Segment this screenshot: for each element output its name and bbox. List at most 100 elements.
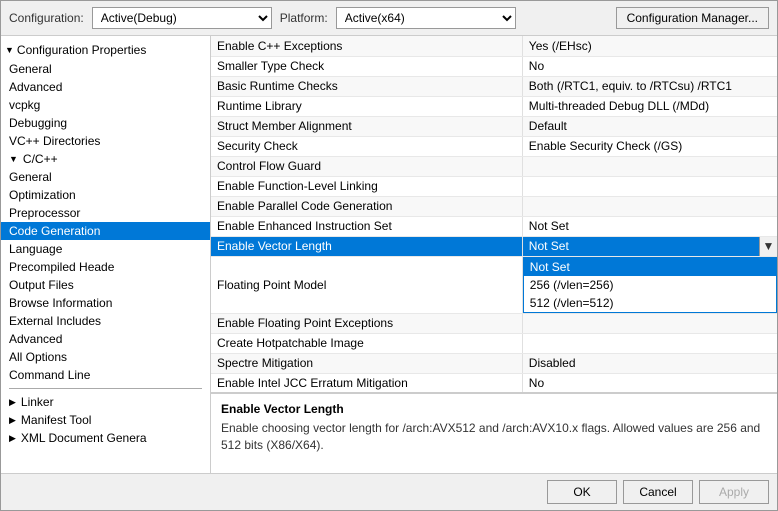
properties-panel: Enable C++ Exceptions Yes (/EHsc) Smalle… <box>211 36 777 473</box>
dropdown-option-256[interactable]: 256 (/vlen=256) <box>524 276 776 294</box>
prop-value <box>522 313 777 333</box>
table-row: Control Flow Guard <box>211 156 777 176</box>
sidebar-item-linker[interactable]: ▶ Linker <box>1 393 210 411</box>
cpp-arrow-icon: ▼ <box>9 154 18 164</box>
platform-select[interactable]: Active(x64) <box>336 7 516 29</box>
prop-value <box>522 176 777 196</box>
sidebar-item-xml-doc[interactable]: ▶ XML Document Genera <box>1 429 210 447</box>
label: Linker <box>21 395 54 409</box>
cancel-button[interactable]: Cancel <box>623 480 693 504</box>
prop-name: Security Check <box>211 136 522 156</box>
label: Precompiled Heade <box>9 260 114 274</box>
label: C/C++ <box>23 152 58 166</box>
table-row: Enable C++ Exceptions Yes (/EHsc) <box>211 36 777 56</box>
label: Preprocessor <box>9 206 80 220</box>
sidebar-item-cpp-general[interactable]: General <box>1 168 210 186</box>
tree-root[interactable]: ▼ Configuration Properties <box>1 40 210 60</box>
sidebar-item-precompiled-headers[interactable]: Precompiled Heade <box>1 258 210 276</box>
sidebar-item-command-line[interactable]: Command Line <box>1 366 210 384</box>
sidebar-item-vcpkg[interactable]: vcpkg <box>1 96 210 114</box>
table-row: Create Hotpatchable Image <box>211 333 777 353</box>
prop-name: Smaller Type Check <box>211 56 522 76</box>
sidebar-item-general[interactable]: General <box>1 60 210 78</box>
description-panel: Enable Vector Length Enable choosing vec… <box>211 393 777 473</box>
prop-name: Enable Floating Point Exceptions <box>211 313 522 333</box>
sidebar-item-cpp[interactable]: ▼ C/C++ <box>1 150 210 168</box>
bottom-bar: OK Cancel Apply <box>1 473 777 510</box>
prop-name-enable-vector-length: Enable Vector Length <box>211 236 522 256</box>
label: General <box>9 62 52 76</box>
table-row: Enable Function-Level Linking <box>211 176 777 196</box>
sidebar-item-optimization[interactable]: Optimization <box>1 186 210 204</box>
sidebar-item-browse-information[interactable]: Browse Information <box>1 294 210 312</box>
table-row[interactable]: Enable Vector Length Not Set ▼ <box>211 236 777 256</box>
prop-name-floating-point: Floating Point Model <box>211 256 522 313</box>
label: Advanced <box>9 332 62 346</box>
prop-value-enable-vector-length: Not Set ▼ <box>522 236 777 256</box>
table-row: Struct Member Alignment Default <box>211 116 777 136</box>
prop-value: Enable Security Check (/GS) <box>522 136 777 156</box>
sidebar-item-debugging[interactable]: Debugging <box>1 114 210 132</box>
label: Code Generation <box>9 224 100 238</box>
main-content: ▼ Configuration Properties General Advan… <box>1 36 777 473</box>
props-table-element: Enable C++ Exceptions Yes (/EHsc) Smalle… <box>211 36 777 393</box>
label: External Includes <box>9 314 101 328</box>
tree-root-label: Configuration Properties <box>17 43 146 57</box>
sidebar-item-code-generation[interactable]: Code Generation <box>1 222 210 240</box>
prop-value: Disabled <box>522 353 777 373</box>
label: XML Document Genera <box>21 431 147 445</box>
sidebar-item-all-options[interactable]: All Options <box>1 348 210 366</box>
dropdown-option-512[interactable]: 512 (/vlen=512) <box>524 294 776 312</box>
label: Advanced <box>9 80 62 94</box>
prop-value: Both (/RTC1, equiv. to /RTCsu) /RTC1 <box>522 76 777 96</box>
prop-name: Enable Intel JCC Erratum Mitigation <box>211 373 522 393</box>
sidebar-item-cpp-advanced[interactable]: Advanced <box>1 330 210 348</box>
label: Command Line <box>9 368 90 382</box>
label: Optimization <box>9 188 76 202</box>
tree-divider <box>9 388 202 389</box>
configuration-manager-button[interactable]: Configuration Manager... <box>616 7 769 29</box>
label: All Options <box>9 350 67 364</box>
vector-length-dropdown[interactable]: Not Set 256 (/vlen=256) 512 (/vlen=512) <box>523 257 777 313</box>
sidebar-item-preprocessor[interactable]: Preprocessor <box>1 204 210 222</box>
sidebar-item-vc-directories[interactable]: VC++ Directories <box>1 132 210 150</box>
table-row: Enable Parallel Code Generation <box>211 196 777 216</box>
table-row: Spectre Mitigation Disabled <box>211 353 777 373</box>
prop-name: Basic Runtime Checks <box>211 76 522 96</box>
dropdown-arrow-button[interactable]: ▼ <box>759 237 777 256</box>
ok-button[interactable]: OK <box>547 480 617 504</box>
prop-name: Create Hotpatchable Image <box>211 333 522 353</box>
dropdown-option-not-set[interactable]: Not Set <box>524 258 776 276</box>
sidebar-item-language[interactable]: Language <box>1 240 210 258</box>
label: Output Files <box>9 278 74 292</box>
sidebar-item-advanced[interactable]: Advanced <box>1 78 210 96</box>
prop-value: Default <box>522 116 777 136</box>
prop-value: No <box>522 373 777 393</box>
prop-value: No <box>522 56 777 76</box>
label: VC++ Directories <box>9 134 100 148</box>
table-row: Runtime Library Multi-threaded Debug DLL… <box>211 96 777 116</box>
prop-name: Spectre Mitigation <box>211 353 522 373</box>
sidebar-item-external-includes[interactable]: External Includes <box>1 312 210 330</box>
sidebar-item-output-files[interactable]: Output Files <box>1 276 210 294</box>
manifest-arrow-icon: ▶ <box>9 415 16 426</box>
prop-value <box>522 333 777 353</box>
prop-value: Yes (/EHsc) <box>522 36 777 56</box>
label: vcpkg <box>9 98 40 112</box>
label: General <box>9 170 52 184</box>
table-row: Enable Enhanced Instruction Set Not Set <box>211 216 777 236</box>
apply-button[interactable]: Apply <box>699 480 769 504</box>
label: Manifest Tool <box>21 413 91 427</box>
prop-value <box>522 156 777 176</box>
prop-value <box>522 196 777 216</box>
properties-table: Enable C++ Exceptions Yes (/EHsc) Smalle… <box>211 36 777 393</box>
prop-name: Struct Member Alignment <box>211 116 522 136</box>
sidebar-item-manifest-tool[interactable]: ▶ Manifest Tool <box>1 411 210 429</box>
prop-name: Control Flow Guard <box>211 156 522 176</box>
root-arrow-icon: ▼ <box>5 45 14 55</box>
linker-arrow-icon: ▶ <box>9 397 16 408</box>
table-row: Security Check Enable Security Check (/G… <box>211 136 777 156</box>
description-text: Enable choosing vector length for /arch:… <box>221 420 767 454</box>
table-row: Smaller Type Check No <box>211 56 777 76</box>
config-select[interactable]: Active(Debug) <box>92 7 272 29</box>
